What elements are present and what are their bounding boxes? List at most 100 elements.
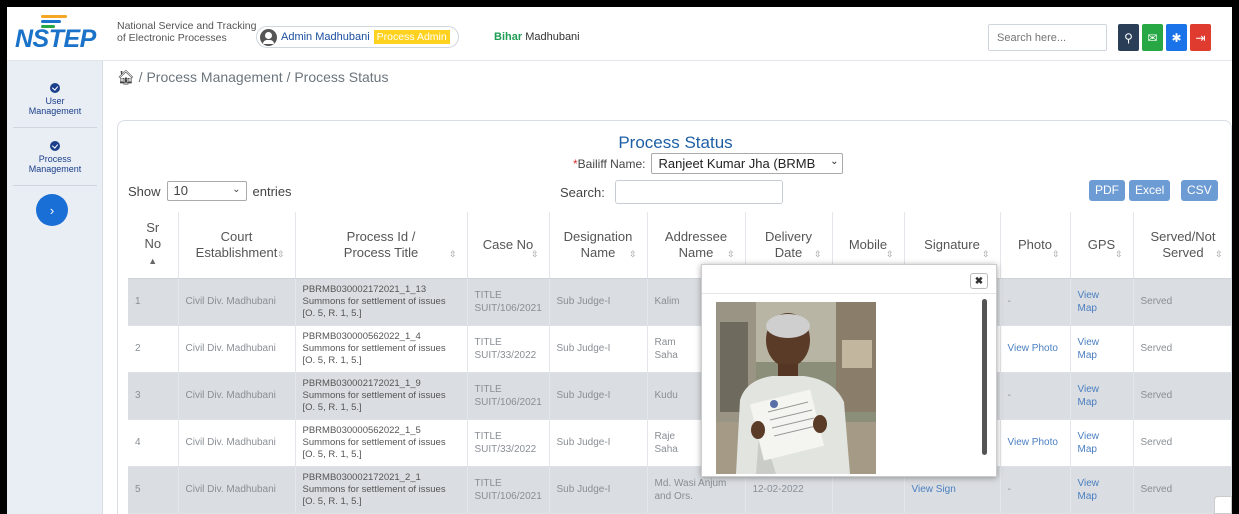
cell-gps-text[interactable]: Map <box>1078 444 1097 455</box>
column-header-court[interactable]: Court Establishment ⇳ <box>178 212 296 279</box>
cell-gps-text[interactable]: View <box>1078 478 1100 489</box>
cell-designation: Sub Judge-I <box>549 466 648 514</box>
cell-gps-text[interactable]: Map <box>1078 350 1097 361</box>
header-text: Process Id / <box>346 228 416 244</box>
sort-icon: ⇳ <box>813 248 822 259</box>
cell-photo-text[interactable]: View Photo <box>1008 437 1058 448</box>
column-header-served[interactable]: Served/Not Served ⇳ <box>1133 212 1231 279</box>
cell-delivery-date-text: 12-02-2022 <box>752 484 804 495</box>
modal-close-button[interactable]: ✖ <box>970 273 988 289</box>
page-length-select[interactable]: 10 ⌄ <box>166 181 247 201</box>
sidebar-item-process-management[interactable]: Process Management <box>7 141 103 174</box>
cell-addressee-text: Kalim <box>654 296 680 307</box>
cell-served-text: Served <box>1140 484 1173 495</box>
cell-served: Served <box>1133 419 1231 467</box>
cell-case-no-text: SUIT/106/2021 <box>474 302 542 314</box>
messages-button[interactable]: ✉ <box>1142 24 1163 51</box>
column-header-gps[interactable]: GPS ⇳ <box>1070 212 1134 279</box>
cell-gps-text[interactable]: View <box>1078 337 1100 348</box>
bailiff-label: Bailiff Name: <box>577 156 646 171</box>
table-body: 1 Civil Div. Madhubani PBRMB030002172021_1… <box>128 278 1231 514</box>
cell-court-text: Civil Div. Madhubani <box>185 484 276 495</box>
breadcrumb-separator: / <box>138 69 143 85</box>
cell-designation: Sub Judge-I <box>549 372 648 420</box>
breadcrumb-process-management[interactable]: Process Management <box>146 69 282 85</box>
cell-court: Civil Div. Madhubani <box>178 278 296 326</box>
state-name: Bihar <box>494 31 523 43</box>
check-circle-icon <box>50 83 60 93</box>
nstep-logo[interactable]: NSTEP <box>11 13 96 57</box>
cell-gps[interactable]: View Map <box>1070 466 1134 514</box>
cell-signature-text[interactable]: View Sign <box>912 484 956 495</box>
app-tagline: National Service and Tracking of Electro… <box>117 20 257 44</box>
export-excel-button[interactable]: Excel <box>1129 180 1171 201</box>
sort-icon: ⇳ <box>448 248 457 259</box>
sidebar-item-label: User <box>45 96 65 106</box>
cell-gps-text[interactable]: Map <box>1078 397 1097 408</box>
header-text: Served <box>1162 244 1204 260</box>
search-button[interactable]: ⚲ <box>1118 24 1139 51</box>
sidebar-item-user-management[interactable]: User Management <box>7 83 103 116</box>
cell-gps-text[interactable]: View <box>1078 384 1100 395</box>
show-label: Show <box>128 183 161 199</box>
table-row: 1 Civil Div. Madhubani PBRMB030002172021_1… <box>128 278 1231 326</box>
cell-court-text: Civil Div. Madhubani <box>185 390 276 401</box>
cell-process-id-text: PBRMB030002172021_1_13 <box>302 283 427 295</box>
table-search-input[interactable] <box>614 180 783 204</box>
bailiff-select[interactable]: Ranjeet Kumar Jha (BRMB ⌄ <box>651 153 844 174</box>
cell-designation-text: Sub Judge-I <box>556 296 611 307</box>
cell-gps-text[interactable]: Map <box>1078 491 1097 502</box>
export-csv-button[interactable]: CSV <box>1181 180 1218 201</box>
cell-photo[interactable]: View Photo <box>1000 325 1071 373</box>
header-text: Designation <box>563 228 633 244</box>
column-header-sr-no[interactable]: Sr No ▲ <box>128 212 179 279</box>
cell-process-id: PBRMB030000562022_1_4 Summons for settlem… <box>295 325 468 373</box>
cell-addressee-text: Saha <box>654 349 678 361</box>
user-badge[interactable]: Admin Madhubani Process Admin <box>256 26 459 48</box>
modal-header: ✖ <box>702 265 996 294</box>
cell-gps[interactable]: View Map <box>1070 372 1134 420</box>
column-header-case-no[interactable]: Case No ⇳ <box>467 212 550 279</box>
cell-gps-text[interactable]: View <box>1078 431 1100 442</box>
export-pdf-button[interactable]: PDF <box>1089 180 1125 201</box>
location-label: Bihar Madhubani <box>494 31 580 43</box>
settings-button[interactable]: ✱ <box>1166 24 1187 51</box>
logout-button[interactable]: ⇥ <box>1190 24 1211 51</box>
modal-scrollbar[interactable] <box>982 299 987 455</box>
sort-icon: ⇳ <box>885 248 894 259</box>
cell-photo[interactable]: View Photo <box>1000 419 1071 467</box>
cell-gps-text[interactable]: View <box>1078 290 1100 301</box>
process-status-table: Sr No ▲ Court Establishment ⇳ Process Id / Pr… <box>128 212 1231 514</box>
user-name: Admin Madhubani <box>281 31 370 43</box>
cell-designation-text: Sub Judge-I <box>556 390 611 401</box>
cell-process-id-text: Summons for settlement of issues [O. 5, … <box>302 436 446 460</box>
cell-designation: Sub Judge-I <box>549 325 648 373</box>
cell-sr-no-text: 3 <box>135 390 141 401</box>
cell-gps[interactable]: View Map <box>1070 419 1134 467</box>
cell-sr-no-text: 1 <box>135 296 141 307</box>
sidebar-expand-button[interactable]: › <box>36 194 68 226</box>
cell-gps[interactable]: View Map <box>1070 325 1134 373</box>
cell-sr-no-text: 4 <box>135 437 141 448</box>
cell-addressee-text: Raje <box>654 430 676 442</box>
cell-process-id-text: Summons for settlement of issues [O. 5, … <box>302 342 446 366</box>
cell-gps-text[interactable]: Map <box>1078 303 1097 314</box>
cell-photo-text: - <box>1007 484 1011 495</box>
cell-case-no-text: TITLE <box>474 477 502 489</box>
column-header-photo[interactable]: Photo ⇳ <box>1000 212 1071 279</box>
cell-process-id: PBRMB030002172021_1_9 Summons for settlem… <box>295 372 468 420</box>
cell-served-text: Served <box>1140 296 1173 307</box>
home-icon[interactable]: 🏠︎ <box>117 69 135 85</box>
header-text: Establishment <box>195 244 278 260</box>
column-header-process-id[interactable]: Process Id / Process Title ⇳ <box>295 212 468 279</box>
cell-case-no-text: SUIT/106/2021 <box>474 490 542 502</box>
cell-photo-text[interactable]: View Photo <box>1008 343 1058 354</box>
column-header-designation[interactable]: Designation Name ⇳ <box>549 212 648 279</box>
cell-gps[interactable]: View Map <box>1070 278 1134 326</box>
header-text: Signature <box>924 236 980 252</box>
table-row: 2 Civil Div. Madhubani PBRMB030000562022_1… <box>128 325 1231 373</box>
global-search-input[interactable] <box>988 24 1107 51</box>
cell-designation: Sub Judge-I <box>549 419 648 467</box>
header-text: Delivery <box>765 228 812 244</box>
served-photo <box>716 302 876 474</box>
